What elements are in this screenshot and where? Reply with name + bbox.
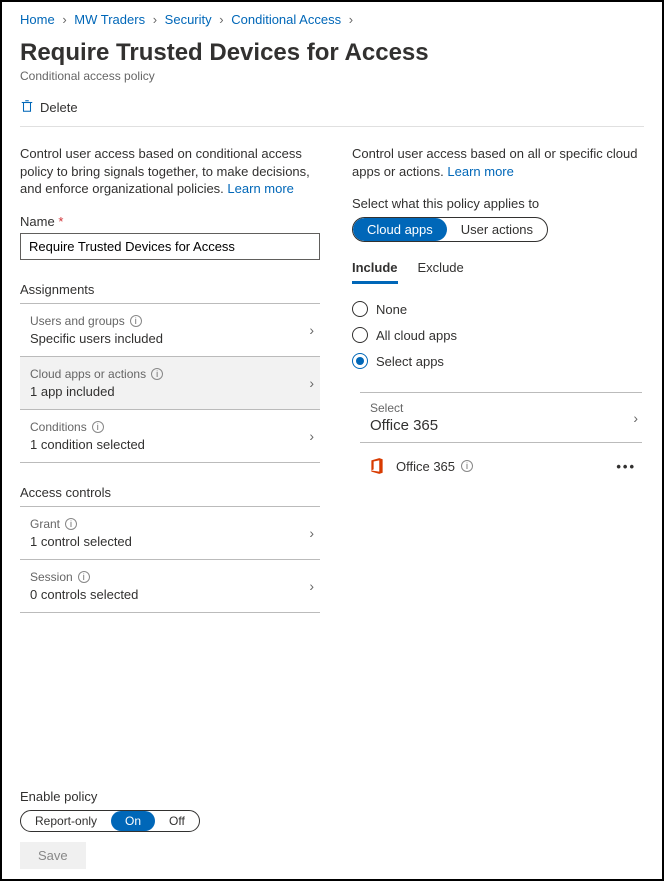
radio-icon: [352, 353, 368, 369]
row-apps-value: 1 app included: [30, 384, 309, 399]
info-icon[interactable]: i: [461, 460, 473, 472]
radio-none-label: None: [376, 302, 407, 317]
access-controls-header: Access controls: [20, 485, 320, 507]
row-cloud-apps[interactable]: Cloud apps or actions i 1 app included ›: [20, 357, 320, 410]
row-session[interactable]: Session i 0 controls selected ›: [20, 560, 320, 613]
learn-more-right[interactable]: Learn more: [447, 164, 513, 179]
save-button[interactable]: Save: [20, 842, 86, 869]
selected-app-row: Office 365 i •••: [352, 443, 642, 481]
scope-radio-group: None All cloud apps Select apps: [352, 296, 642, 374]
chevron-right-icon: ›: [309, 578, 314, 594]
include-exclude-tabs: Include Exclude: [352, 260, 642, 284]
chevron-right-icon: ›: [309, 428, 314, 444]
chevron-right-icon: ›: [633, 410, 638, 426]
info-icon[interactable]: i: [65, 518, 77, 530]
toolbar: Delete: [20, 95, 644, 127]
toggle-on[interactable]: On: [111, 811, 155, 831]
row-session-value: 0 controls selected: [30, 587, 309, 602]
radio-icon: [352, 327, 368, 343]
row-session-label: Session: [30, 570, 73, 584]
name-label: Name *: [20, 214, 320, 229]
chevron-right-icon: ›: [309, 322, 314, 338]
enable-policy-label: Enable policy: [20, 789, 644, 804]
applies-label: Select what this policy applies to: [352, 196, 642, 211]
chevron-right-icon: ›: [215, 12, 227, 27]
app-name-label: Office 365: [396, 459, 455, 474]
trash-icon: [20, 99, 34, 116]
row-users-label: Users and groups: [30, 314, 125, 328]
chevron-right-icon: ›: [58, 12, 70, 27]
chevron-right-icon: ›: [309, 525, 314, 541]
select-label: Select: [370, 401, 438, 415]
select-value: Office 365: [370, 417, 438, 434]
delete-button-label: Delete: [40, 100, 78, 115]
office365-icon: [368, 457, 386, 475]
breadcrumb-security[interactable]: Security: [165, 12, 212, 27]
toggle-report-only[interactable]: Report-only: [21, 811, 111, 831]
page-title: Require Trusted Devices for Access: [20, 39, 644, 67]
breadcrumb-mwtraders[interactable]: MW Traders: [74, 12, 145, 27]
radio-none[interactable]: None: [352, 296, 642, 322]
chevron-right-icon: ›: [149, 12, 161, 27]
breadcrumb-conditional-access[interactable]: Conditional Access: [231, 12, 341, 27]
assignments-header: Assignments: [20, 282, 320, 304]
info-icon[interactable]: i: [78, 571, 90, 583]
page-subtitle: Conditional access policy: [20, 69, 644, 83]
info-icon[interactable]: i: [130, 315, 142, 327]
radio-all-label: All cloud apps: [376, 328, 457, 343]
intro-left: Control user access based on conditional…: [20, 145, 320, 198]
tab-include[interactable]: Include: [352, 260, 398, 284]
row-grant-value: 1 control selected: [30, 534, 309, 549]
intro-right: Control user access based on all or spec…: [352, 145, 642, 180]
row-users-value: Specific users included: [30, 331, 309, 346]
info-icon[interactable]: i: [151, 368, 163, 380]
chevron-right-icon: ›: [309, 375, 314, 391]
radio-select-apps[interactable]: Select apps: [352, 348, 642, 374]
row-cond-value: 1 condition selected: [30, 437, 309, 452]
app-more-menu[interactable]: •••: [616, 459, 636, 474]
select-apps-row[interactable]: Select Office 365 ›: [360, 392, 642, 443]
delete-button[interactable]: Delete: [20, 99, 78, 116]
row-apps-label: Cloud apps or actions: [30, 367, 146, 381]
row-grant[interactable]: Grant i 1 control selected ›: [20, 507, 320, 560]
learn-more-left[interactable]: Learn more: [227, 181, 293, 196]
required-indicator: *: [58, 214, 63, 229]
policy-name-input[interactable]: [20, 233, 320, 260]
toggle-off[interactable]: Off: [155, 811, 199, 831]
row-grant-label: Grant: [30, 517, 60, 531]
breadcrumb: Home › MW Traders › Security › Condition…: [20, 10, 644, 33]
row-cond-label: Conditions: [30, 420, 87, 434]
applies-toggle: Cloud apps User actions: [352, 217, 548, 242]
radio-all-cloud-apps[interactable]: All cloud apps: [352, 322, 642, 348]
info-icon[interactable]: i: [92, 421, 104, 433]
chevron-right-icon: ›: [345, 12, 357, 27]
pill-user-actions[interactable]: User actions: [447, 218, 547, 241]
breadcrumb-home[interactable]: Home: [20, 12, 55, 27]
radio-select-label: Select apps: [376, 354, 444, 369]
row-conditions[interactable]: Conditions i 1 condition selected ›: [20, 410, 320, 463]
row-users-and-groups[interactable]: Users and groups i Specific users includ…: [20, 304, 320, 357]
tab-exclude[interactable]: Exclude: [418, 260, 464, 284]
radio-icon: [352, 301, 368, 317]
pill-cloud-apps[interactable]: Cloud apps: [353, 218, 447, 241]
enable-policy-toggle: Report-only On Off: [20, 810, 200, 832]
